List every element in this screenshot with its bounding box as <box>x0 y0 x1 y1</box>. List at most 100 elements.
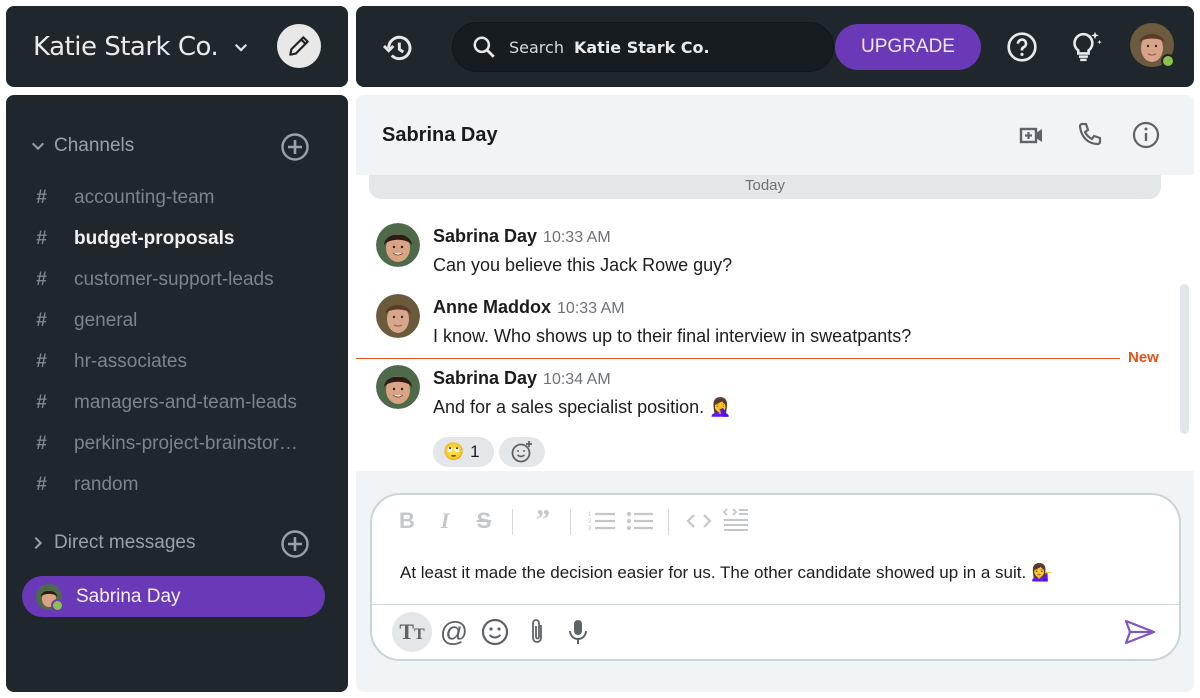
add-reaction-button[interactable] <box>499 437 545 467</box>
bold-button[interactable]: B <box>396 507 418 535</box>
phone-icon[interactable] <box>1076 121 1104 149</box>
microphone-icon <box>569 620 587 644</box>
chat-header: Sabrina Day <box>356 95 1194 175</box>
sidebar-channel-perkins-project-brainstorm[interactable]: # perkins-project-brainstor… <box>36 433 326 455</box>
ordered-list-icon: 123 <box>588 512 615 532</box>
hash-icon: # <box>36 187 47 208</box>
message-author[interactable]: Sabrina Day 10:33 AM <box>433 226 611 247</box>
toolbar-divider <box>668 509 669 535</box>
search-placeholder: Search <box>509 37 564 57</box>
sidebar-channel-customer-support-leads[interactable]: # customer-support-leads <box>36 269 326 291</box>
bulleted-list-button[interactable] <box>626 507 654 535</box>
message-input[interactable]: At least it made the decision easier for… <box>400 563 1052 583</box>
sidebar-channel-hr-associates[interactable]: # hr-associates <box>36 351 326 373</box>
avatar <box>36 583 64 612</box>
avatar[interactable] <box>376 223 420 267</box>
quote-icon: ” <box>536 505 550 536</box>
emoji-button[interactable] <box>475 612 515 652</box>
sidebar-channel-managers-and-team-leads[interactable]: # managers-and-team-leads <box>36 392 326 414</box>
history-icon[interactable] <box>382 32 414 64</box>
hash-icon: # <box>36 310 47 331</box>
compose-button[interactable] <box>277 24 321 68</box>
pencil-icon <box>289 36 309 56</box>
add-channel-icon[interactable] <box>280 132 310 162</box>
channel-name: random <box>74 474 139 495</box>
message-author[interactable]: Sabrina Day 10:34 AM <box>433 368 611 389</box>
online-status-dot <box>51 598 64 612</box>
channel-name: perkins-project-brainstor… <box>74 433 298 454</box>
italic-button[interactable]: I <box>434 507 456 535</box>
message-time: 10:34 AM <box>543 371 611 388</box>
attach-button[interactable] <box>517 612 557 652</box>
direct-messages-section-toggle[interactable]: Direct messages <box>30 532 196 554</box>
code-button[interactable] <box>686 507 712 535</box>
send-button[interactable] <box>1120 612 1160 652</box>
message-time: 10:33 AM <box>557 300 625 317</box>
message-time: 10:33 AM <box>543 229 611 246</box>
new-messages-label: New <box>1128 349 1159 366</box>
channel-name: hr-associates <box>74 351 187 372</box>
sidebar-channel-budget-proposals[interactable]: # budget-proposals <box>36 228 326 250</box>
code-block-button[interactable] <box>722 507 750 535</box>
mention-icon: @ <box>439 616 469 647</box>
strikethrough-icon: S <box>476 508 492 533</box>
chevron-down-icon[interactable] <box>232 38 250 56</box>
upgrade-button[interactable]: UPGRADE <box>835 24 981 70</box>
hash-icon: # <box>36 474 47 495</box>
dm-name: Sabrina Day <box>76 585 181 607</box>
add-reaction-icon <box>511 441 532 463</box>
italic-icon: I <box>440 508 450 533</box>
workspace-name[interactable]: Katie Stark Co. <box>33 32 219 62</box>
lightbulb-sparkle-icon[interactable] <box>1068 29 1104 65</box>
channel-name: managers-and-team-leads <box>74 392 297 413</box>
channels-section-toggle[interactable]: Channels <box>30 135 134 157</box>
hash-icon: # <box>36 351 47 372</box>
send-icon <box>1124 619 1156 645</box>
bold-icon: B <box>399 508 415 533</box>
sidebar-channel-random[interactable]: # random <box>36 474 326 496</box>
avatar[interactable] <box>376 365 420 409</box>
video-call-icon[interactable] <box>1018 121 1046 149</box>
chat-title: Sabrina Day <box>382 123 498 146</box>
text-format-icon: TT <box>399 619 425 644</box>
voice-message-button[interactable] <box>558 612 598 652</box>
svg-text:1: 1 <box>588 512 592 518</box>
reaction-chip[interactable]: 🙄 1 <box>433 437 494 467</box>
sidebar-channel-general[interactable]: # general <box>36 310 326 332</box>
top-bar: Search Katie Stark Co. UPGRADE <box>356 6 1194 87</box>
emoji-icon <box>481 618 509 646</box>
mention-button[interactable]: @ <box>434 612 474 652</box>
text-format-toggle[interactable]: TT <box>392 612 432 652</box>
strikethrough-button[interactable]: S <box>472 507 496 535</box>
code-block-icon <box>722 508 748 531</box>
info-icon[interactable] <box>1132 121 1160 149</box>
date-divider: Today <box>369 175 1161 199</box>
help-circle-icon[interactable] <box>1006 31 1038 63</box>
code-icon <box>686 514 712 528</box>
quote-button[interactable]: ” <box>530 507 556 535</box>
channels-header: Channels <box>54 135 135 156</box>
profile-avatar[interactable] <box>1130 23 1175 68</box>
search-icon <box>473 36 495 58</box>
ordered-list-button[interactable]: 123 <box>588 507 616 535</box>
message-list: Today Sabrina Day 10:33 AM Can you believ… <box>356 175 1194 471</box>
avatar[interactable] <box>376 294 420 338</box>
sidebar-dm-sabrina-day[interactable]: Sabrina Day <box>22 576 325 617</box>
channel-name: customer-support-leads <box>74 269 274 290</box>
new-messages-divider <box>356 358 1120 359</box>
channel-name: accounting-team <box>74 187 215 208</box>
sidebar-channel-accounting-team[interactable]: # accounting-team <box>36 187 326 209</box>
message-author[interactable]: Anne Maddox 10:33 AM <box>433 297 625 318</box>
search-scope: Katie Stark Co. <box>573 37 710 57</box>
workspace-header: Katie Stark Co. <box>6 6 348 87</box>
toolbar-divider <box>570 509 571 535</box>
message-list-scrollbar[interactable] <box>1180 284 1189 434</box>
add-direct-message-icon[interactable] <box>280 529 310 559</box>
search-input[interactable]: Search Katie Stark Co. <box>452 22 834 72</box>
direct-messages-header: Direct messages <box>54 532 196 553</box>
message-text: Can you believe this Jack Rowe guy? <box>433 255 733 275</box>
online-status-dot <box>1161 54 1175 68</box>
composer-divider <box>372 604 1179 605</box>
svg-text:3: 3 <box>588 526 592 532</box>
channel-name: general <box>74 310 138 331</box>
